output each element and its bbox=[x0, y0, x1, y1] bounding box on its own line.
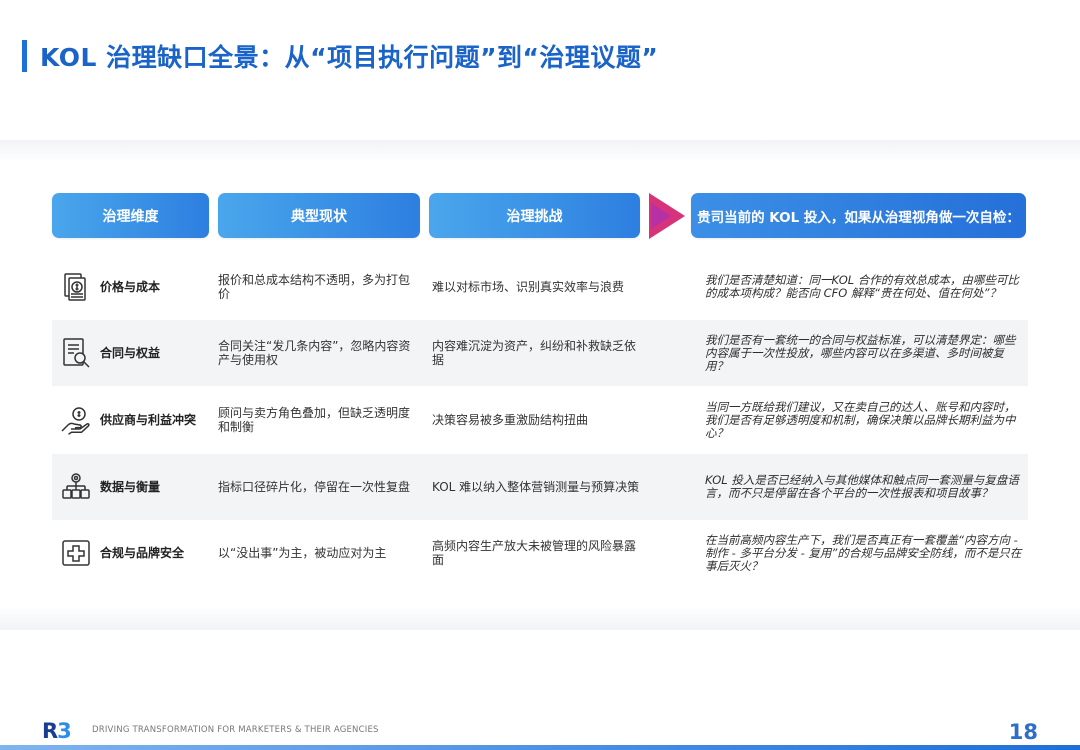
footer-tagline: DRIVING TRANSFORMATION FOR MARKETERS & T… bbox=[92, 725, 379, 735]
row-challenge: 难以对标市场、识别真实效率与浪费 bbox=[432, 280, 625, 294]
r3-logo: R3 bbox=[42, 719, 72, 743]
price-cost-icon bbox=[56, 254, 96, 320]
arrow-icon-inner bbox=[651, 203, 671, 229]
table-row: 合规与品牌安全 以“没出事”为主，被动应对为主 高频内容生产放大未被管理的风险暴… bbox=[52, 520, 1028, 586]
title-accent-bar bbox=[22, 40, 27, 72]
medical-cross-icon bbox=[56, 520, 96, 586]
row-question: 当同一方既给我们建议，又在卖自己的达人、账号和内容时，我们是否有足够透明度和机制… bbox=[705, 399, 1016, 440]
row-challenge: 高频内容生产放大未被管理的风险暴露面 bbox=[432, 539, 637, 567]
row-challenge: KOL 难以纳入整体营销测量与预算决策 bbox=[432, 480, 640, 494]
row-dimension: 价格与成本 bbox=[100, 280, 161, 294]
table-row: 价格与成本 报价和总成本结构不透明，多为打包价 难以对标市场、识别真实效率与浪费… bbox=[52, 254, 1028, 320]
row-challenge: 内容难沉淀为资产，纠纷和补救缺乏依据 bbox=[432, 339, 637, 367]
logo-accent: 3 bbox=[57, 719, 72, 743]
row-status: 合同关注“发几条内容”，忽略内容资产与使用权 bbox=[218, 339, 411, 367]
data-network-icon bbox=[56, 454, 96, 520]
row-status: 顾问与卖方角色叠加，但缺乏透明度和制衡 bbox=[218, 406, 411, 434]
header-question: 贵司当前的 KOL 投入，如果从治理视角做一次自检： bbox=[691, 193, 1026, 238]
row-question: 我们是否有一套统一的合同与权益标准，可以清楚界定：哪些内容属于一次性投放，哪些内… bbox=[705, 332, 1016, 373]
row-challenge: 决策容易被多重激励结构扭曲 bbox=[432, 413, 589, 427]
row-question: KOL 投入是否已经纳入与其他媒体和触点同一套测量与复盘语言，而不只是停留在各个… bbox=[705, 473, 1019, 500]
page-number: 18 bbox=[1008, 720, 1038, 744]
header-challenge: 治理挑战 bbox=[429, 193, 640, 238]
header-status: 典型现状 bbox=[218, 193, 420, 238]
row-question: 我们是否清楚知道：同一KOL 合作的有效总成本，由哪些可比的成本项构成？能否向 … bbox=[705, 273, 1019, 300]
row-status: 报价和总成本结构不透明，多为打包价 bbox=[218, 273, 411, 301]
page-title: KOL 治理缺口全景：从“项目执行问题”到“治理议题” bbox=[40, 43, 659, 72]
row-dimension: 数据与衡量 bbox=[100, 480, 161, 494]
footer-line bbox=[0, 745, 1080, 750]
row-status: 以“没出事”为主，被动应对为主 bbox=[218, 546, 387, 560]
table-row: 数据与衡量 指标口径碎片化，停留在一次性复盘 KOL 难以纳入整体营销测量与预算… bbox=[52, 454, 1028, 520]
row-status: 指标口径碎片化，停留在一次性复盘 bbox=[218, 480, 411, 494]
table-row: 供应商与利益冲突 顾问与卖方角色叠加，但缺乏透明度和制衡 决策容易被多重激励结构… bbox=[52, 387, 1028, 453]
row-question: 在当前高频内容生产下，我们是否真正有一套覆盖“内容方向 - 制作 - 多平台分发… bbox=[705, 532, 1022, 573]
header-dimension: 治理维度 bbox=[52, 193, 209, 238]
logo-main: R bbox=[42, 719, 58, 743]
contract-search-icon bbox=[56, 320, 96, 386]
row-dimension: 供应商与利益冲突 bbox=[100, 413, 197, 427]
table-row: 合同与权益 合同关注“发几条内容”，忽略内容资产与使用权 内容难沉淀为资产，纠纷… bbox=[52, 320, 1028, 386]
row-dimension: 合同与权益 bbox=[100, 346, 161, 360]
hand-money-icon bbox=[56, 387, 96, 453]
row-dimension: 合规与品牌安全 bbox=[100, 546, 185, 560]
